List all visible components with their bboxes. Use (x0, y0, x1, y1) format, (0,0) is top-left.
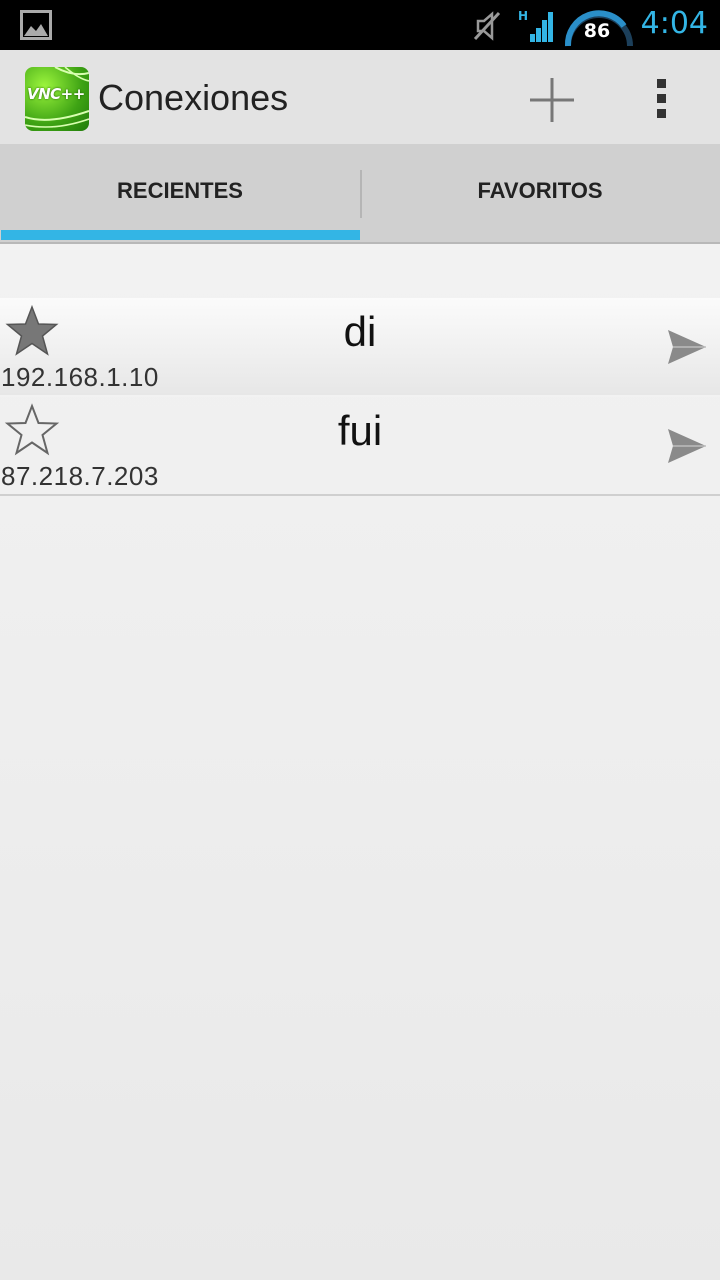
tab-bar: RECIENTES FAVORITOS (0, 144, 720, 244)
add-connection-button[interactable] (520, 70, 584, 130)
status-bar: H 86 4:04 (0, 0, 720, 50)
send-icon[interactable] (664, 324, 710, 370)
svg-text:H: H (518, 9, 528, 23)
app-logo[interactable]: VNC++ (25, 67, 89, 131)
tab-favoritos[interactable]: FAVORITOS (360, 144, 720, 242)
tab-recientes-label: RECIENTES (117, 178, 243, 203)
action-bar: VNC++ Conexiones (0, 50, 720, 144)
list-item[interactable]: fui 87.218.7.203 (0, 397, 720, 496)
clock: 4:04 (640, 6, 708, 41)
battery-level: 86 (583, 20, 611, 42)
logo-text: VNC++ (27, 85, 85, 103)
plus-icon (530, 78, 574, 122)
image-notification-icon (20, 10, 52, 40)
tab-favoritos-label: FAVORITOS (477, 178, 603, 203)
mute-icon (473, 11, 501, 41)
connections-list: di 192.168.1.10 fui 87.218.7.203 (0, 298, 720, 496)
list-item[interactable]: di 192.168.1.10 (0, 298, 720, 397)
selected-tab-indicator (1, 230, 360, 240)
overflow-menu-button[interactable] (640, 70, 686, 130)
signal-icon: H (518, 9, 553, 42)
connection-address: 87.218.7.203 (1, 461, 159, 491)
connection-name: di (343, 308, 377, 355)
overflow-menu-icon (657, 79, 666, 118)
tab-recientes[interactable]: RECIENTES (0, 144, 360, 242)
connection-address: 192.168.1.10 (1, 362, 159, 392)
connection-name: fui (337, 407, 383, 454)
send-icon[interactable] (664, 423, 710, 469)
page-title: Conexiones (98, 77, 289, 118)
